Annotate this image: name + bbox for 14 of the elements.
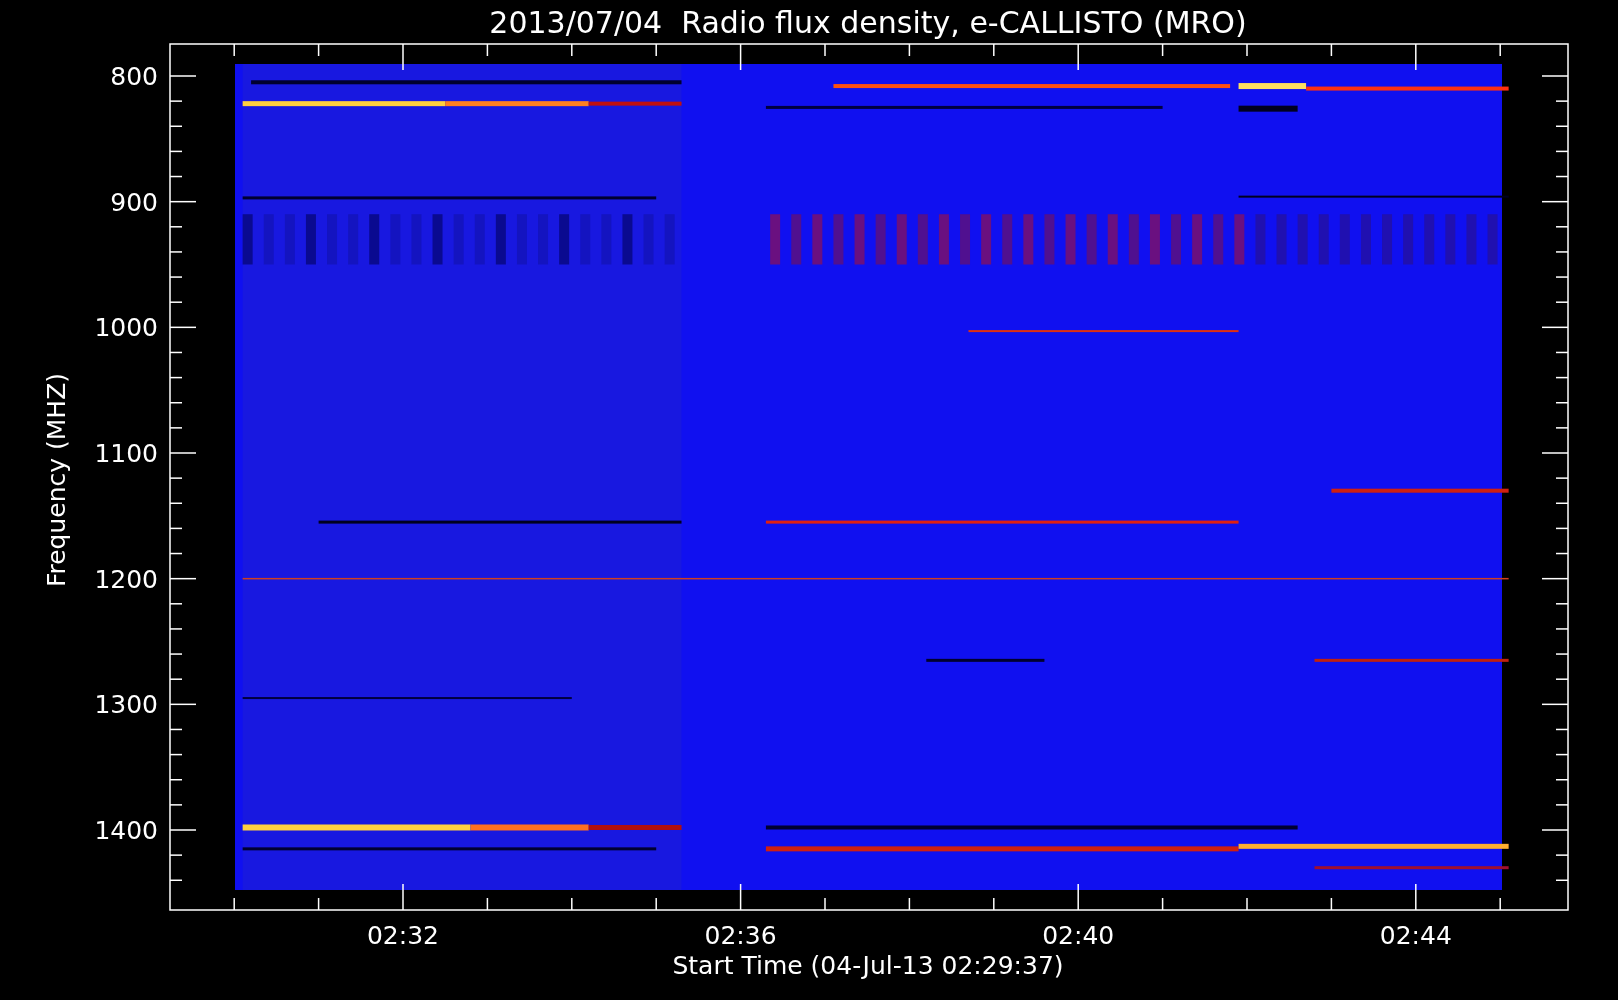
y-axis-label: Frequency (MHZ) [42, 372, 71, 588]
y-tick-label: 1400 [94, 816, 158, 845]
chart-title: 2013/07/04 Radio flux density, e-CALLISTO (MRO) [489, 5, 1247, 40]
y-tick-label: 1100 [94, 439, 158, 468]
y-tick-label: 1000 [94, 313, 158, 343]
y-tick-label: 900 [110, 187, 158, 217]
x-tick-label: 02:40 [1042, 921, 1115, 950]
y-tick-label: 1300 [94, 690, 158, 720]
x-tick-label: 02:36 [704, 921, 777, 950]
x-tick-label: 02:32 [367, 921, 439, 950]
y-tick-label: 1200 [94, 564, 158, 594]
x-tick-label: 02:44 [1379, 921, 1452, 950]
y-tick-label: 800 [110, 62, 158, 91]
x-axis-label: Start Time (04-Jul-13 02:29:37) [672, 951, 1064, 980]
